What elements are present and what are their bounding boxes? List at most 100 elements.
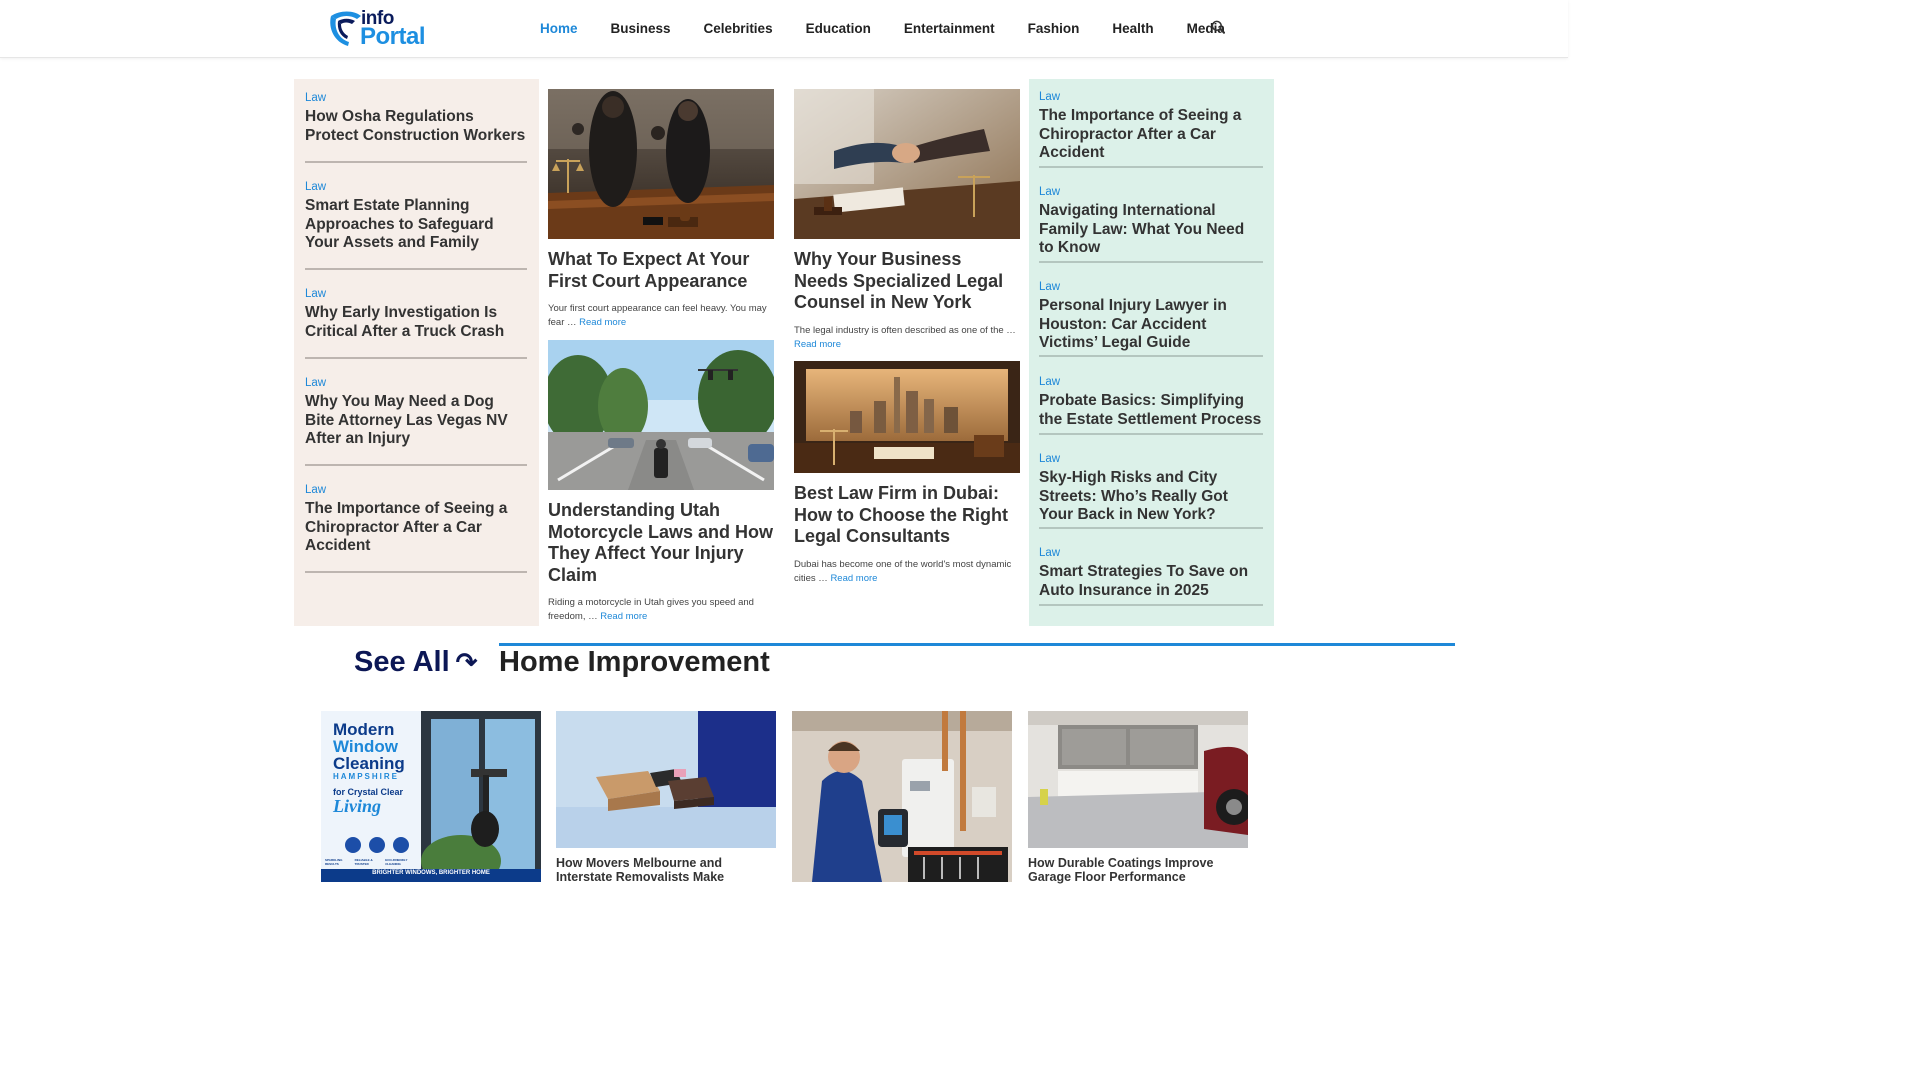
post-card: Why Your Business Needs Specialized Lega… <box>794 89 1020 352</box>
post-title-link[interactable]: Best Law Firm in Dubai: How to Choose th… <box>794 483 1020 548</box>
category-link[interactable]: Law <box>305 181 527 193</box>
poster-text: Modern Window Cleaning HAMPSHIRE for Cry… <box>333 721 405 815</box>
divider <box>305 268 527 270</box>
poster-feature: ECO-FRIENDLY CLEANING <box>385 858 408 866</box>
post-thumbnail[interactable] <box>548 89 774 239</box>
list-item: Law Smart Estate Planning Approaches to … <box>305 181 527 253</box>
read-more-link[interactable]: Read more <box>600 611 647 622</box>
post-thumbnail[interactable]: Modern Window Cleaning HAMPSHIRE for Cry… <box>321 711 541 882</box>
poster-line: Modern <box>333 720 395 739</box>
read-more-link[interactable]: Read more <box>794 339 841 350</box>
category-link[interactable]: Law <box>305 92 527 104</box>
post-thumbnail[interactable] <box>794 361 1020 473</box>
category-link[interactable]: Law <box>305 377 527 389</box>
list-item: Law Smart Strategies To Save on Auto Ins… <box>1039 547 1263 600</box>
post-excerpt: The legal industry is often described as… <box>794 324 1020 352</box>
divider <box>1039 166 1263 168</box>
excerpt-text: The legal industry is often described as… <box>794 324 1016 336</box>
poster-line: Living <box>333 796 381 816</box>
dubai-law-office-image <box>794 361 1020 473</box>
post-card: Understanding Utah Motorcycle Laws and H… <box>548 340 774 624</box>
list-item: Law Personal Injury Lawyer in Houston: C… <box>1039 281 1263 353</box>
post-card: What To Expect At Your First Court Appea… <box>548 89 774 330</box>
post-title-link[interactable]: Personal Injury Lawyer in Houston: Car A… <box>1039 297 1263 353</box>
list-item: Law Probate Basics: Simplifying the Esta… <box>1039 376 1263 429</box>
post-title-link[interactable]: What To Expect At Your First Court Appea… <box>548 249 774 292</box>
list-item: Law The Importance of Seeing a Chiroprac… <box>305 484 527 556</box>
site-logo[interactable]: info Portal <box>328 8 438 50</box>
list-item: Law Navigating International Family Law:… <box>1039 186 1263 258</box>
post-thumbnail[interactable] <box>556 711 776 848</box>
category-link[interactable]: Law <box>1039 281 1263 293</box>
post-title-link[interactable]: Understanding Utah Motorcycle Laws and H… <box>548 500 774 586</box>
read-more-link[interactable]: Read more <box>579 317 626 328</box>
divider <box>1039 604 1263 606</box>
divider <box>305 357 527 359</box>
post-thumbnail[interactable] <box>548 340 774 490</box>
divider <box>305 161 527 163</box>
divider <box>1039 527 1263 529</box>
nav-education[interactable]: Education <box>806 21 871 36</box>
post-thumbnail[interactable] <box>792 711 1012 882</box>
list-item: Law Why You May Need a Dog Bite Attorney… <box>305 377 527 449</box>
right-post-list: Law The Importance of Seeing a Chiroprac… <box>1029 79 1274 626</box>
post-title-link[interactable]: The Importance of Seeing a Chiropractor … <box>1039 107 1263 163</box>
post-title-link[interactable]: Smart Strategies To Save on Auto Insuran… <box>1039 563 1263 600</box>
post-title-link[interactable]: Sky-High Risks and City Streets: Who’s R… <box>1039 469 1263 525</box>
poster-feature: SPARKLING RESULTS <box>325 858 343 866</box>
nav-fashion[interactable]: Fashion <box>1028 21 1080 36</box>
see-all-link[interactable]: See All ↷ <box>354 646 477 679</box>
poster-feature: RELIABLE & TRUSTED <box>354 858 373 866</box>
category-link[interactable]: Law <box>1039 91 1263 103</box>
divider <box>1039 261 1263 263</box>
category-link[interactable]: Law <box>1039 547 1263 559</box>
post-card: How Durable Coatings Improve Garage Floo… <box>1028 711 1248 884</box>
category-link[interactable]: Law <box>305 288 527 300</box>
post-title-link[interactable]: How Durable Coatings Improve Garage Floo… <box>1028 856 1248 884</box>
left-post-list: Law How Osha Regulations Protect Constru… <box>294 79 539 626</box>
boiler-technician-image <box>792 711 1012 882</box>
post-title-link[interactable]: How Osha Regulations Protect Constructio… <box>305 108 527 145</box>
post-title-link[interactable]: Navigating International Family Law: Wha… <box>1039 202 1263 258</box>
see-all-label: See All <box>354 646 450 678</box>
poster-line: Window <box>333 737 398 756</box>
site-header: info Portal Home Business Celebrities Ed… <box>0 0 1568 58</box>
list-item: Law The Importance of Seeing a Chiroprac… <box>1039 91 1263 163</box>
post-title-link[interactable]: Why You May Need a Dog Bite Attorney Las… <box>305 393 527 449</box>
list-item: Law Sky-High Risks and City Streets: Who… <box>1039 453 1263 525</box>
poster-banner: BRIGHTER WINDOWS, BRIGHTER HOME <box>372 870 490 876</box>
category-link[interactable]: Law <box>1039 186 1263 198</box>
post-excerpt: Your first court appearance can feel hea… <box>548 302 774 330</box>
read-more-link[interactable]: Read more <box>830 573 877 584</box>
post-card: Best Law Firm in Dubai: How to Choose th… <box>794 361 1020 586</box>
nav-health[interactable]: Health <box>1112 21 1153 36</box>
category-link[interactable]: Law <box>1039 376 1263 388</box>
nav-entertainment[interactable]: Entertainment <box>904 21 995 36</box>
post-title-link[interactable]: Why Your Business Needs Specialized Lega… <box>794 249 1020 314</box>
post-title-link[interactable]: Probate Basics: Simplifying the Estate S… <box>1039 392 1263 429</box>
post-title-link[interactable]: Why Early Investigation Is Critical Afte… <box>305 304 527 341</box>
search-icon <box>1211 20 1225 34</box>
section-heading: Home Improvement <box>499 646 770 678</box>
post-title-link[interactable]: How Movers Melbourne and Interstate Remo… <box>556 856 776 884</box>
poster-line: Cleaning <box>333 754 405 773</box>
search-button[interactable] <box>1211 20 1227 36</box>
list-item: Law How Osha Regulations Protect Constru… <box>305 92 527 145</box>
nav-celebrities[interactable]: Celebrities <box>704 21 773 36</box>
post-excerpt: Riding a motorcycle in Utah gives you sp… <box>548 596 774 624</box>
logo-swoosh-icon <box>330 11 361 46</box>
nav-business[interactable]: Business <box>611 21 671 36</box>
excerpt-text: Riding a motorcycle in Utah gives you sp… <box>548 597 754 622</box>
post-title-link[interactable]: The Importance of Seeing a Chiropractor … <box>305 500 527 556</box>
post-thumbnail[interactable] <box>1028 711 1248 848</box>
excerpt-text: Dubai has become one of the world's most… <box>794 558 1012 584</box>
post-title-link[interactable]: Smart Estate Planning Approaches to Safe… <box>305 197 527 253</box>
nav-home[interactable]: Home <box>540 21 578 36</box>
post-thumbnail[interactable] <box>794 89 1020 239</box>
list-item: Law Why Early Investigation Is Critical … <box>305 288 527 341</box>
category-link[interactable]: Law <box>305 484 527 496</box>
divider <box>305 464 527 466</box>
category-link[interactable]: Law <box>1039 453 1263 465</box>
divider <box>305 571 527 573</box>
post-card <box>792 711 1012 882</box>
